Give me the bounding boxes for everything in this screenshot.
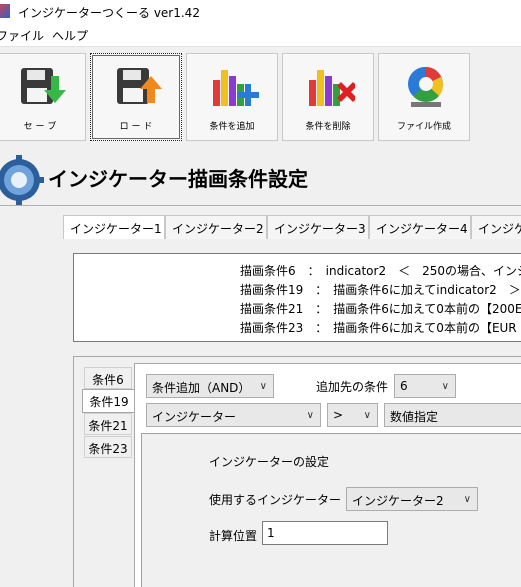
target-condition-value: 6 [400, 379, 408, 393]
left-operand-select[interactable]: インジケーター ∨ [146, 403, 321, 427]
tab-condition-19[interactable]: 条件19 [82, 389, 135, 413]
chevron-down-icon: ∨ [463, 494, 471, 505]
color-gear-icon [408, 66, 444, 107]
chevron-down-icon: ∨ [259, 381, 267, 392]
tab-condition-6[interactable]: 条件6 [84, 367, 132, 389]
tab-indicator-2[interactable]: インジケーター2 [165, 215, 267, 239]
menu-help[interactable]: ヘルプ [52, 27, 88, 44]
chevron-down-icon: ∨ [441, 381, 449, 392]
chevron-down-icon: ∨ [363, 410, 371, 421]
indicator-tabs: インジケーター1 インジケーター2 インジケーター3 インジケーター4 インジケ [63, 215, 521, 240]
calc-position-input[interactable]: 1 [262, 521, 388, 545]
tab-indicator-5[interactable]: インジケ [471, 215, 521, 239]
use-indicator-label: 使用するインジケーター [209, 493, 342, 507]
load-button[interactable]: ロ ー ド [90, 53, 182, 141]
summary-line: 描画条件21 ： 描画条件6に加えて0本前の【200E [240, 302, 521, 316]
chart-add-icon [213, 70, 259, 106]
chevron-down-icon: ∨ [306, 410, 314, 421]
indicator-settings-title: インジケーターの設定 [209, 455, 330, 469]
tab-condition-21[interactable]: 条件21 [84, 413, 132, 435]
right-operand-value: 数値指定 [390, 410, 439, 424]
add-condition-button[interactable]: 条件を追加 [186, 53, 278, 141]
chart-delete-icon [309, 70, 355, 106]
calc-position-label: 計算位置 [209, 529, 258, 543]
delete-condition-label: 条件を削除 [305, 122, 351, 132]
use-indicator-select[interactable]: インジケーター2 ∨ [346, 487, 478, 511]
tab-indicator-4[interactable]: インジケーター4 [369, 215, 471, 239]
condition-summary: 描画条件6 ： indicator2 ＜ 250の場合、インジ 描画条件19 ：… [73, 253, 521, 342]
menu-bar: ファイル ヘルプ [0, 24, 521, 47]
save-button[interactable]: セ ー ブ [0, 53, 86, 141]
tab-indicator-3[interactable]: インジケーター3 [267, 215, 369, 239]
operator-select[interactable]: > ∨ [327, 403, 378, 427]
tab-indicator-1[interactable]: インジケーター1 [63, 215, 165, 239]
create-file-button[interactable]: ファイル作成 [378, 53, 470, 141]
save-icon [21, 68, 66, 104]
use-indicator-value: インジケーター2 [352, 494, 444, 508]
title-bar: インジケーターつくーる ver1.42 [0, 0, 521, 24]
target-condition-label: 追加先の条件 [316, 380, 389, 394]
save-label: セ ー ブ [23, 122, 57, 132]
summary-line: 描画条件6 ： indicator2 ＜ 250の場合、インジ [240, 264, 521, 278]
page-title: インジケーター描画条件設定 [48, 167, 308, 191]
toolbar: セ ー ブ ロ ー ド 条件を追加 条件を削除 ファイル作成 [0, 47, 521, 147]
tab-condition-23[interactable]: 条件23 [84, 436, 132, 458]
summary-line: 描画条件23 ： 描画条件6に加えて0本前の【EUR [240, 321, 517, 335]
delete-condition-button[interactable]: 条件を削除 [282, 53, 374, 141]
add-condition-label: 条件を追加 [209, 122, 255, 132]
target-condition-select[interactable]: 6 ∨ [394, 374, 456, 398]
create-file-label: ファイル作成 [396, 122, 451, 132]
app-icon [0, 4, 10, 18]
add-mode-select[interactable]: 条件追加（AND） ∨ [146, 374, 274, 398]
operator-value: > [333, 408, 344, 422]
gear-icon [0, 155, 44, 205]
divider [0, 205, 521, 206]
right-operand-select[interactable]: 数値指定 [384, 403, 521, 427]
left-operand-value: インジケーター [152, 410, 237, 424]
menu-file[interactable]: ファイル [0, 27, 44, 44]
summary-line: 描画条件19 ： 描画条件6に加えてindicator2 ＞ [240, 283, 521, 297]
load-icon [117, 68, 162, 104]
load-label: ロ ー ド [119, 122, 153, 132]
window-title: インジケーターつくーる ver1.42 [18, 6, 200, 20]
add-mode-value: 条件追加（AND） [152, 381, 251, 395]
